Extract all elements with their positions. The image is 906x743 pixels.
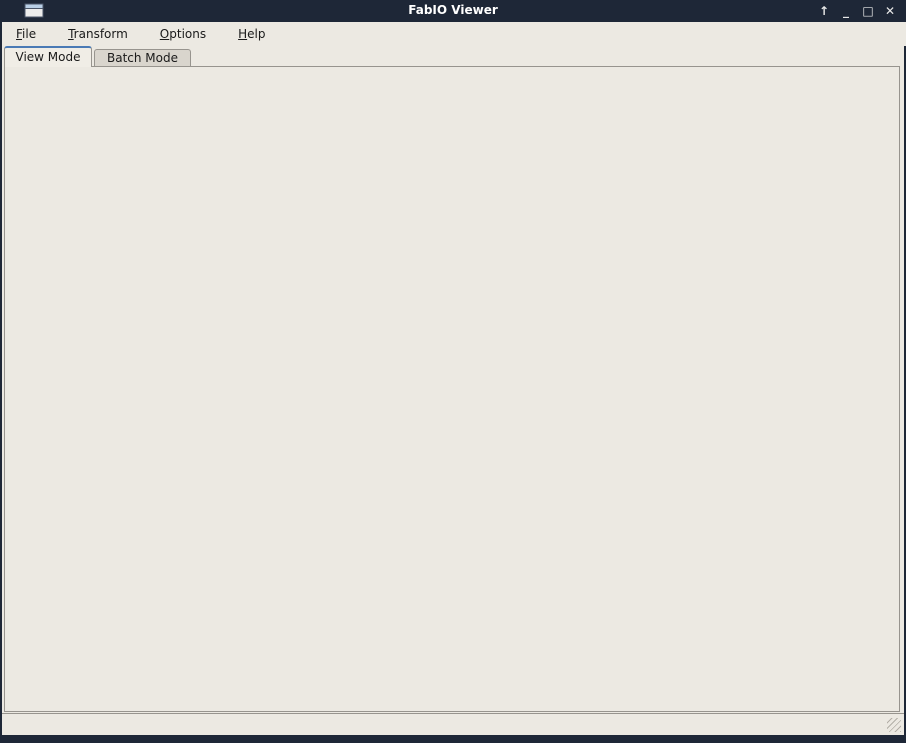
tab-view-mode[interactable]: View Mode <box>4 46 92 67</box>
maximize-button[interactable]: □ <box>860 0 876 22</box>
shade-button[interactable]: ↑ <box>816 0 832 22</box>
app-window: FabIO Viewer ↑ _ □ ✕ File Transform Option… <box>0 0 906 743</box>
menu-file[interactable]: File <box>12 25 40 43</box>
window-title: FabIO Viewer <box>0 3 906 17</box>
title-bar[interactable]: FabIO Viewer ↑ _ □ ✕ <box>0 0 906 22</box>
status-bar <box>2 713 904 735</box>
menu-options[interactable]: Options <box>156 25 210 43</box>
menu-bar: File Transform Options Help <box>2 22 906 46</box>
tab-content-frame <box>4 66 900 712</box>
close-button[interactable]: ✕ <box>882 0 898 22</box>
menu-transform[interactable]: Transform <box>64 25 132 43</box>
minimize-button[interactable]: _ <box>838 0 854 22</box>
resize-grip[interactable] <box>887 718 901 732</box>
tab-bar: View ModeBatch Mode <box>2 46 904 66</box>
tab-batch-mode[interactable]: Batch Mode <box>94 49 191 67</box>
menu-help[interactable]: Help <box>234 25 269 43</box>
window-controls: ↑ _ □ ✕ <box>816 0 898 22</box>
